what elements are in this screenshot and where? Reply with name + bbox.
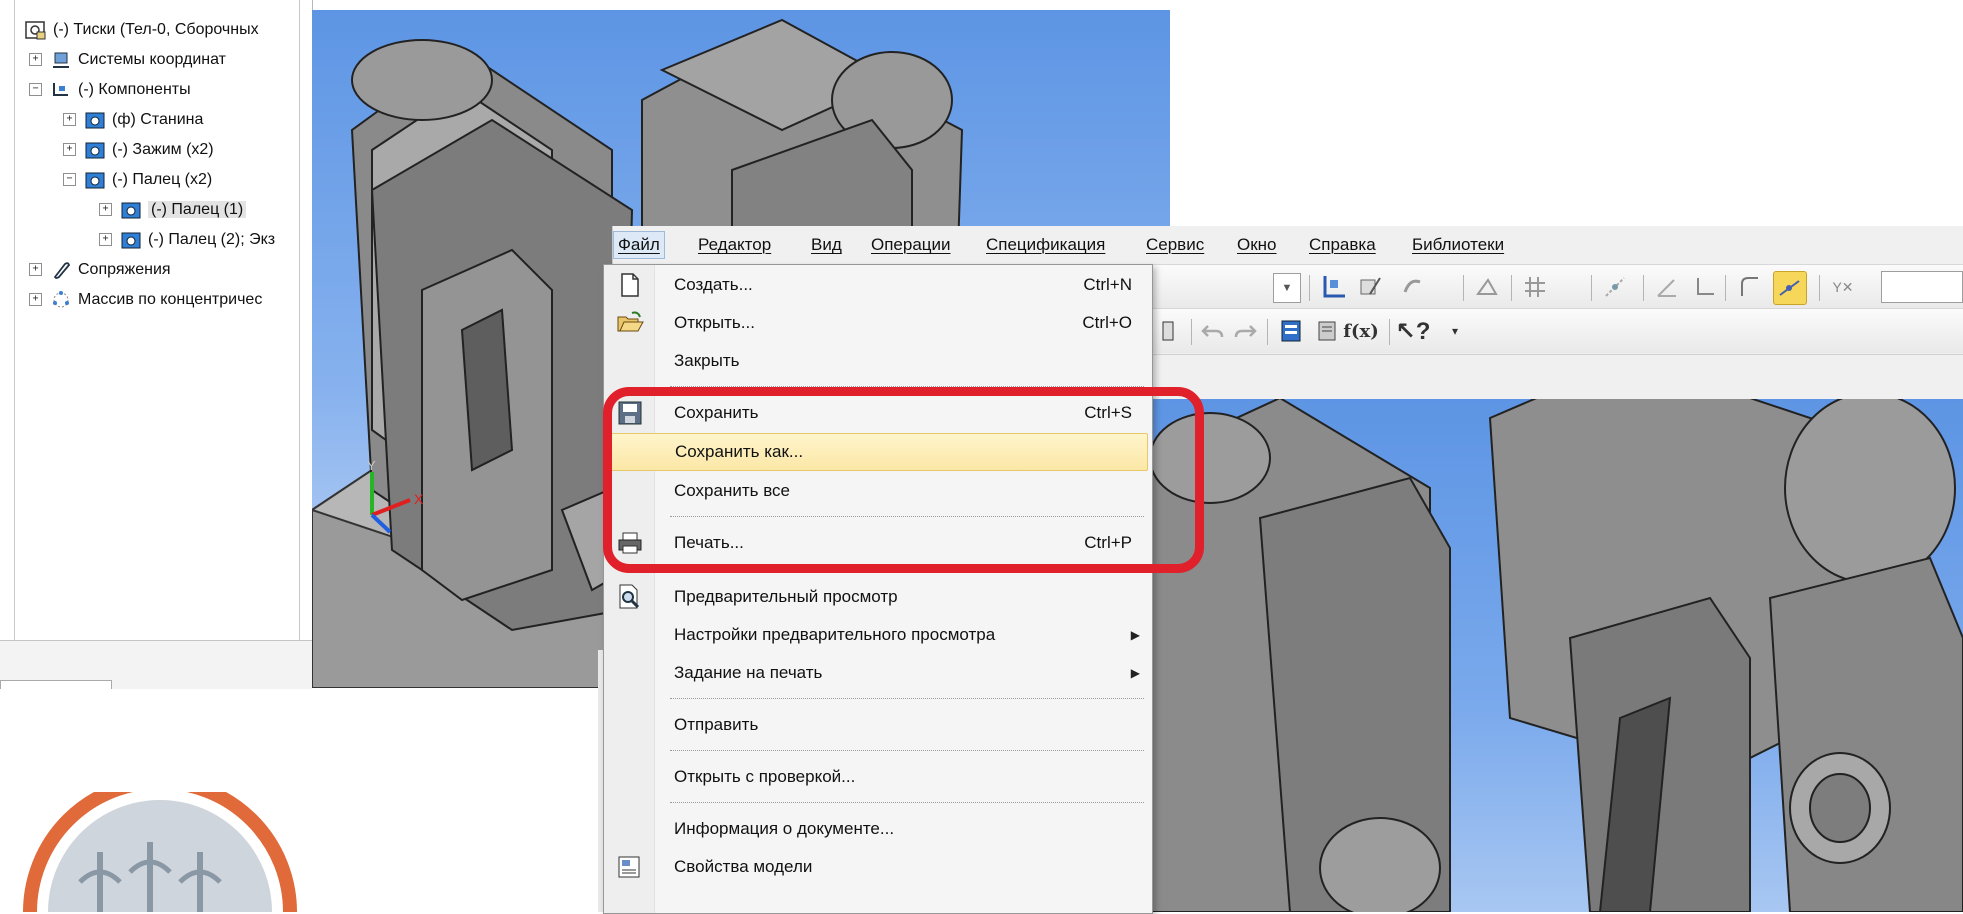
- edit-part-icon[interactable]: [1355, 271, 1387, 303]
- highlight-frame: [603, 387, 1204, 573]
- toolbar-value-field[interactable]: [1881, 271, 1963, 303]
- plane-icon[interactable]: [1471, 271, 1503, 303]
- submenu-arrow-icon: ▶: [1130, 666, 1140, 680]
- expand-toggle[interactable]: +: [29, 53, 42, 67]
- part-icon: [121, 202, 141, 219]
- axis-triad-icon: Y X: [367, 460, 424, 534]
- tree-item-pattern[interactable]: + Массив по концентричес: [29, 286, 262, 314]
- menu-item-send[interactable]: Отправить: [608, 707, 1146, 743]
- ship-logo-icon: [23, 792, 297, 912]
- menu-item-print-preview[interactable]: Предварительный просмотр: [608, 579, 1146, 615]
- help-pointer-icon[interactable]: ↖?: [1396, 315, 1431, 347]
- grid-icon[interactable]: [1519, 271, 1551, 303]
- assembly-icon: [25, 21, 46, 40]
- tree-item-assembly[interactable]: (-) Тиски (Тел-0, Сборочных: [25, 16, 259, 44]
- tree-item-palec-group[interactable]: − (-) Палец (x2): [63, 166, 212, 194]
- menu-item-model-properties[interactable]: Свойства модели: [608, 849, 1146, 885]
- menu-item-document-info[interactable]: Информация о документе...: [608, 811, 1146, 847]
- menu-specification[interactable]: Спецификация: [986, 232, 1105, 258]
- components-icon: [53, 82, 68, 96]
- axis-y-label: Y: [367, 460, 376, 473]
- snap-icon[interactable]: [1599, 271, 1631, 303]
- model-properties-icon: [616, 853, 644, 881]
- collapse-toggle[interactable]: −: [29, 83, 42, 97]
- menu-item-open-with-check[interactable]: Открыть с проверкой...: [608, 759, 1146, 795]
- tree-item-coordinate-systems[interactable]: + Системы координат: [29, 46, 226, 74]
- coordinates-icon[interactable]: Y✕: [1827, 271, 1859, 303]
- submenu-arrow-icon: ▶: [1130, 628, 1140, 642]
- file-dropdown-menu: Создать... Ctrl+N Открыть... Ctrl+O Закр…: [603, 264, 1153, 914]
- menu-file[interactable]: Файл: [613, 231, 665, 259]
- part-icon: [121, 232, 141, 249]
- open-folder-icon: [616, 309, 644, 337]
- layers-icon[interactable]: [1275, 315, 1307, 347]
- expand-toggle[interactable]: +: [63, 113, 76, 127]
- model-viewport-background-right[interactable]: [1150, 398, 1963, 912]
- tree-item-stanina[interactable]: + (ф) Станина: [63, 106, 203, 134]
- print-preview-icon: [616, 583, 644, 611]
- rotate-icon[interactable]: [1397, 271, 1429, 303]
- toolbar-overflow-icon[interactable]: ▾: [1439, 315, 1471, 347]
- sketch-icon[interactable]: [1318, 271, 1350, 303]
- expand-toggle[interactable]: +: [29, 263, 42, 277]
- collapse-toggle[interactable]: −: [63, 173, 76, 187]
- model-tree: (-) Тиски (Тел-0, Сборочных + Системы коо…: [14, 0, 300, 640]
- vertex-snap-icon[interactable]: [1773, 271, 1807, 305]
- pattern-icon: [53, 290, 69, 308]
- menu-view[interactable]: Вид: [811, 232, 842, 258]
- expand-toggle[interactable]: +: [63, 143, 76, 157]
- menubar: Файл Редактор Вид Операции Спецификация …: [613, 226, 1963, 264]
- expand-toggle[interactable]: +: [99, 233, 112, 247]
- view-combo-dropdown[interactable]: ▼: [1273, 273, 1301, 303]
- tree-tab[interactable]: [0, 680, 112, 689]
- menu-item-preview-settings[interactable]: Настройки предварительного просмотра ▶: [608, 617, 1146, 653]
- menu-item-close[interactable]: Закрыть: [608, 343, 1146, 379]
- part-icon: [85, 142, 105, 159]
- coordinate-systems-icon: [53, 52, 69, 68]
- tree-item-zazhim[interactable]: + (-) Зажим (x2): [63, 136, 214, 164]
- tree-item-mates[interactable]: + Сопряжения: [29, 256, 171, 284]
- fillet-icon[interactable]: [1733, 271, 1765, 303]
- expand-toggle[interactable]: +: [29, 293, 42, 307]
- part-icon: [85, 172, 105, 189]
- panel-icon[interactable]: [1153, 315, 1185, 347]
- tree-item-palec-1[interactable]: + (-) Палец (1): [99, 196, 247, 224]
- menu-operations[interactable]: Операции: [871, 232, 951, 258]
- measure-icon[interactable]: [1651, 271, 1683, 303]
- expand-toggle[interactable]: +: [99, 203, 112, 217]
- menu-libraries[interactable]: Библиотеки: [1412, 232, 1504, 258]
- menu-item-print-job[interactable]: Задание на печать ▶: [608, 655, 1146, 691]
- menu-help[interactable]: Справка: [1309, 232, 1376, 258]
- menu-service[interactable]: Сервис: [1146, 232, 1204, 258]
- redo-icon[interactable]: [1229, 315, 1261, 347]
- menu-window[interactable]: Окно: [1237, 232, 1277, 258]
- menu-item-create[interactable]: Создать... Ctrl+N: [608, 267, 1146, 303]
- vise-model-render-right: [1150, 398, 1963, 912]
- mates-icon: [53, 262, 71, 279]
- axis-x-label: X: [414, 491, 424, 507]
- part-icon: [85, 112, 105, 129]
- variables-fx-icon[interactable]: f(x): [1343, 315, 1379, 347]
- menu-edit[interactable]: Редактор: [698, 232, 771, 258]
- model-tree-panel: (-) Тиски (Тел-0, Сборочных + Системы коо…: [0, 0, 313, 689]
- new-document-icon: [616, 271, 644, 299]
- library-icon[interactable]: [1311, 315, 1343, 347]
- axis-icon[interactable]: [1687, 271, 1719, 303]
- menu-item-open[interactable]: Открыть... Ctrl+O: [608, 305, 1146, 341]
- tree-item-components[interactable]: − (-) Компоненты: [29, 76, 191, 104]
- undo-icon[interactable]: [1197, 315, 1229, 347]
- tree-item-palec-2[interactable]: + (-) Палец (2); Экз: [99, 226, 275, 254]
